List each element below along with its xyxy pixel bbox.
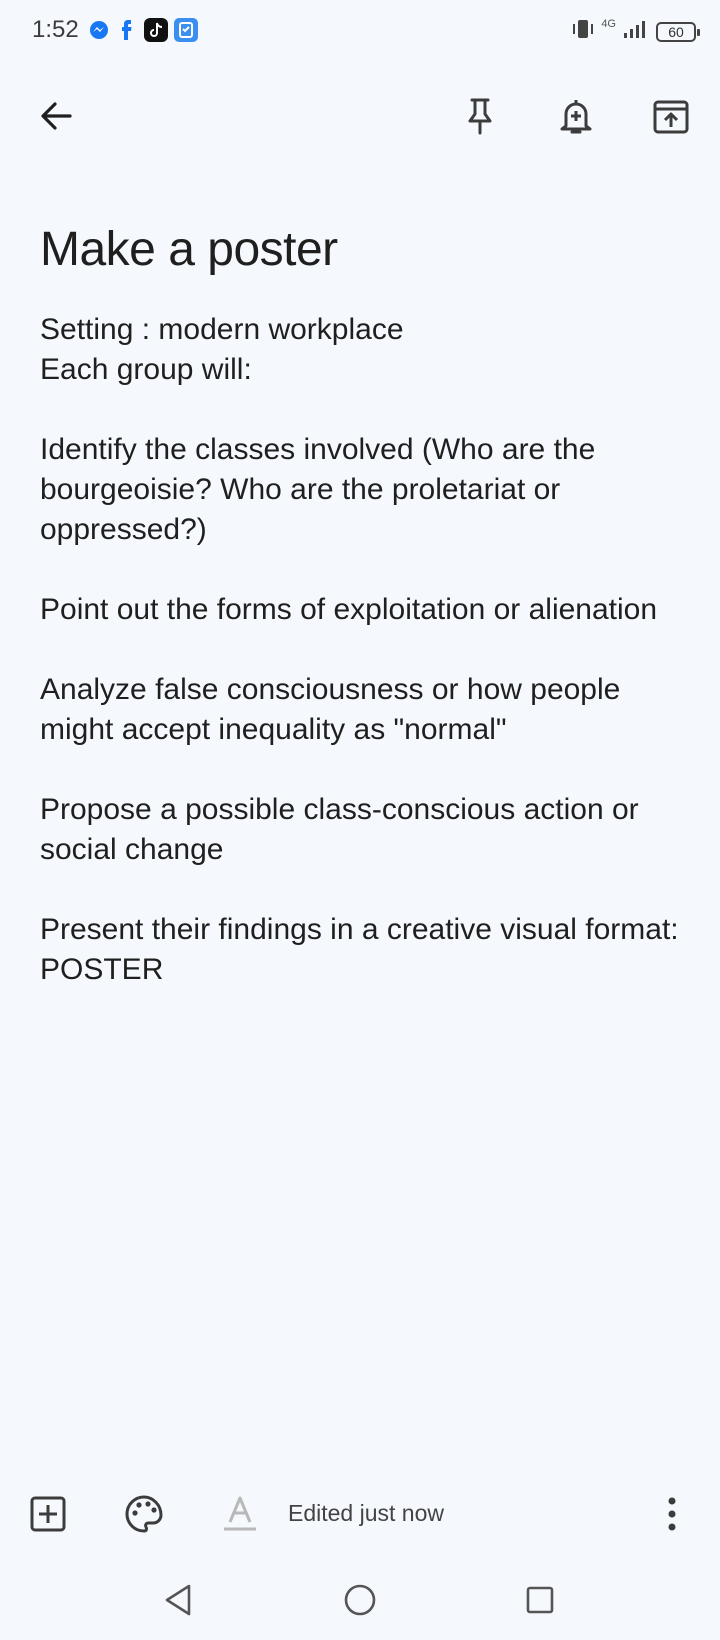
- bottom-bar: Edited just now: [0, 1480, 720, 1550]
- battery-icon: 60: [656, 21, 700, 42]
- add-button[interactable]: [20, 1486, 76, 1542]
- archive-button[interactable]: [643, 88, 699, 144]
- circle-home-icon: [344, 1584, 376, 1616]
- archive-icon: [653, 100, 689, 134]
- palette-icon: [125, 1495, 163, 1533]
- note-title[interactable]: Make a poster: [40, 222, 338, 277]
- tiktok-icon: [144, 18, 168, 42]
- nav-home-button[interactable]: [332, 1572, 388, 1628]
- back-button[interactable]: [28, 88, 84, 144]
- more-vert-icon: [668, 1497, 676, 1531]
- triangle-back-icon: [165, 1584, 191, 1616]
- network-label: 4G: [601, 17, 616, 30]
- nav-recents-button[interactable]: [512, 1572, 568, 1628]
- status-bar: 1:52 4G 60: [0, 0, 720, 64]
- square-recents-icon: [526, 1586, 554, 1614]
- background-options-button[interactable]: [116, 1486, 172, 1542]
- text-format-icon: [224, 1496, 256, 1531]
- messenger-icon: [88, 19, 110, 41]
- facebook-icon: [116, 18, 138, 42]
- nav-back-button[interactable]: [150, 1572, 206, 1628]
- pin-button[interactable]: [452, 88, 508, 144]
- arrow-left-icon: [41, 102, 72, 130]
- bell-plus-icon: [560, 100, 592, 134]
- note-body[interactable]: Setting : modern workplace Each group wi…: [40, 310, 700, 990]
- battery-level: 60: [668, 23, 684, 40]
- pin-icon: [468, 98, 492, 135]
- status-time: 1:52: [32, 16, 79, 43]
- edited-status: Edited just now: [288, 1500, 444, 1526]
- vibrate-icon: [571, 18, 595, 45]
- status-right: 4G 60: [571, 17, 700, 45]
- keep-note-screen: 1:52 4G 60 Make a poster Setting: moder…: [0, 0, 720, 1640]
- add-box-icon: [30, 1496, 66, 1532]
- app-badge-icon: [174, 18, 198, 42]
- more-options-button[interactable]: [644, 1486, 700, 1542]
- notification-icons: [88, 18, 198, 42]
- signal-icon: [622, 19, 650, 44]
- text-format-button[interactable]: [212, 1486, 268, 1542]
- system-nav-bar: [0, 1570, 720, 1630]
- reminder-button[interactable]: [548, 88, 604, 144]
- note-toolbar: [0, 80, 720, 156]
